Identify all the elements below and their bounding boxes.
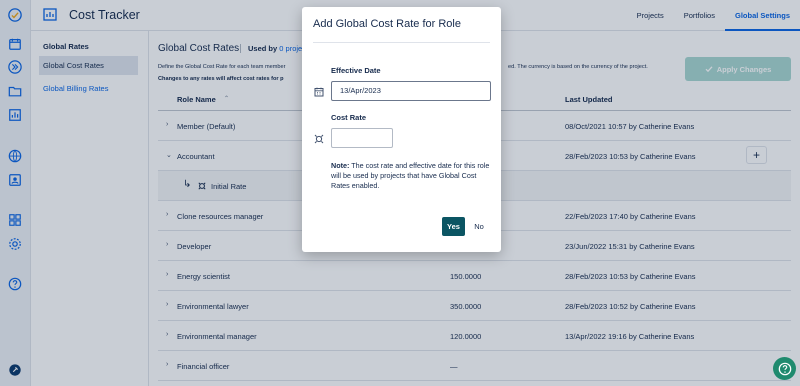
no-button[interactable]: No	[470, 217, 488, 236]
help-chat-button[interactable]	[773, 357, 796, 380]
dialog-title: Add Global Cost Rate for Role	[313, 18, 461, 30]
currency-icon	[314, 134, 324, 144]
help-question-icon	[778, 362, 791, 375]
effective-date-label: Effective Date	[331, 66, 381, 75]
note-label: Note:	[331, 161, 350, 170]
calendar-icon[interactable]	[314, 87, 324, 97]
cost-rate-label: Cost Rate	[331, 113, 367, 122]
dialog-note: Note: The cost rate and effective date f…	[331, 161, 491, 191]
yes-button[interactable]: Yes	[442, 217, 465, 236]
cost-rate-input[interactable]	[331, 128, 393, 148]
note-text: The cost rate and effective date for thi…	[331, 161, 490, 190]
add-cost-rate-dialog: Add Global Cost Rate for Role Effective …	[302, 7, 501, 252]
effective-date-input[interactable]: 13/Apr/2023	[331, 81, 491, 101]
dialog-divider	[313, 42, 490, 43]
